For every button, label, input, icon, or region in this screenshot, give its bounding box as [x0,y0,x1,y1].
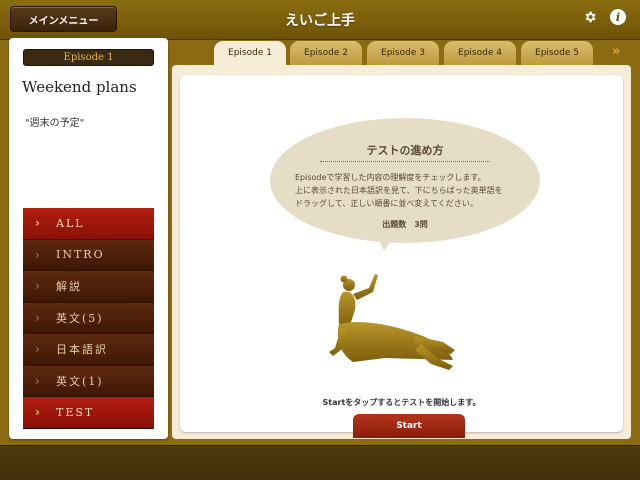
test-card: テストの進め方 Episodeで学習した内容の理解度をチェックします。 上に表示… [180,75,623,438]
instruction-bubble: テストの進め方 Episodeで学習した内容の理解度をチェックします。 上に表示… [270,118,540,243]
more-tabs-icon[interactable]: » [612,44,630,59]
menu-item-label: TEST [56,405,95,419]
menu-item-label: INTRO [56,248,105,262]
gear-icon[interactable] [582,9,598,25]
episode-badge: Episode 1 [23,49,154,66]
menu-item-label: 解説 [56,280,82,294]
start-button[interactable]: Start [353,414,465,438]
menu-item-test[interactable]: › TEST [23,397,154,429]
dotted-divider [320,161,490,162]
menu-item-label: 英文(1) [56,374,104,388]
tab-episode-1[interactable]: Episode 1 [214,41,286,65]
menu-item-label: 英文(5) [56,311,104,325]
bubble-tail [378,237,393,251]
menu-item-english-1[interactable]: › 英文(1) [23,365,154,397]
chevron-right-icon: › [35,216,40,230]
thinking-woman-illustration [329,274,455,370]
chevron-right-icon: › [35,310,40,325]
lesson-title: Weekend plans [22,78,137,96]
gear-icon-glyph [585,11,596,23]
tab-episode-5[interactable]: Episode 5 [521,41,593,65]
lesson-subtitle: "週末の予定" [25,118,85,129]
lesson-sidebar: Episode 1 Weekend plans "週末の予定" › ALL › … [9,38,168,439]
chevron-right-icon: › [35,405,40,419]
menu-item-english-5[interactable]: › 英文(5) [23,302,154,334]
question-count: 出題数 3問 [382,220,428,229]
instruction-line: ドラッグして、正しい順番に並べ変えてください。 [295,199,478,208]
menu-item-all[interactable]: › ALL [23,208,154,240]
menu-item-label: ALL [56,216,85,230]
menu-item-intro[interactable]: › INTRO [23,239,154,271]
tab-episode-3[interactable]: Episode 3 [367,41,439,65]
instruction-line: 上に表示された日本語訳を見て、下にちらばった英単語を [295,186,503,195]
top-bar: メインメニュー えいご上手 i [0,0,640,40]
app-title: えいご上手 [285,13,355,29]
chevron-right-icon: › [35,247,40,262]
bottom-bar [0,445,640,480]
menu-item-translation[interactable]: › 日本語訳 [23,334,154,366]
instruction-line: Episodeで学習した内容の理解度をチェックします。 [295,173,486,182]
menu-item-label: 日本語訳 [56,343,108,357]
chevron-right-icon: › [35,342,40,356]
tab-episode-4[interactable]: Episode 4 [444,41,516,65]
instruction-text: Episodeで学習した内容の理解度をチェックします。 上に表示された日本語訳を… [295,171,515,210]
instruction-title: テストの進め方 [366,144,444,157]
main-menu-button[interactable]: メインメニュー [10,6,117,32]
menu-item-explanation[interactable]: › 解説 [23,271,154,303]
chevron-right-icon: › [35,279,40,293]
info-icon[interactable]: i [610,9,626,25]
section-menu: › ALL › INTRO › 解説 › 英文(5) › 日本語訳 › 英文(1… [23,208,154,429]
start-caption: Startをタップするとテストを開始します。 [322,398,481,407]
test-panel: テストの進め方 Episodeで学習した内容の理解度をチェックします。 上に表示… [172,65,631,439]
chevron-right-icon: › [35,373,40,388]
tab-episode-2[interactable]: Episode 2 [290,41,362,65]
